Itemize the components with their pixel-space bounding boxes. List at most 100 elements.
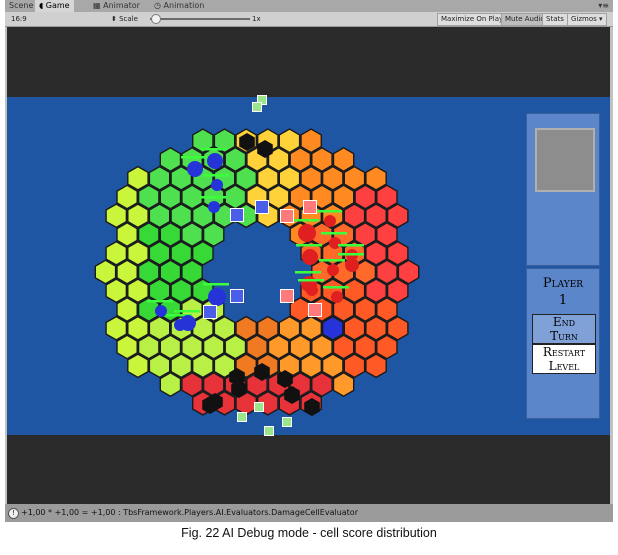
hex-cell[interactable]	[376, 296, 398, 323]
hex-cell[interactable]	[148, 278, 171, 304]
hex-cell[interactable]	[202, 221, 225, 248]
hex-cell[interactable]	[170, 278, 193, 304]
crate-obstacle[interactable]	[237, 412, 247, 422]
tab-game[interactable]: ◖ Game	[35, 0, 74, 12]
hex-cell[interactable]	[278, 165, 301, 191]
red-structure[interactable]	[280, 209, 294, 223]
hex-cell[interactable]	[170, 203, 193, 229]
hex-cell[interactable]	[278, 128, 301, 154]
hex-cell[interactable]	[127, 315, 149, 341]
hex-cell[interactable]	[332, 184, 355, 210]
hex-cell[interactable]	[116, 221, 138, 248]
hex-cell[interactable]	[376, 259, 398, 285]
hex-cell[interactable]	[127, 240, 149, 266]
hex-cell[interactable]	[354, 334, 377, 360]
hex-cell[interactable]	[343, 278, 366, 304]
blue-player-unit[interactable]	[211, 179, 223, 191]
hex-cell[interactable]	[321, 165, 344, 191]
hex-cell[interactable]	[181, 221, 203, 248]
hex-cell[interactable]	[137, 259, 160, 285]
blue-player-unit[interactable]	[187, 161, 203, 177]
end-turn-button[interactable]: End Turn	[532, 314, 596, 344]
crate-obstacle[interactable]	[282, 417, 292, 427]
hex-cell[interactable]	[202, 334, 225, 360]
hex-cell[interactable]	[300, 353, 322, 379]
hex-cell[interactable]	[159, 221, 182, 248]
red-player-unit[interactable]	[306, 284, 318, 296]
hex-cell[interactable]	[148, 203, 171, 229]
red-player-unit[interactable]	[329, 237, 341, 249]
red-player-unit[interactable]	[327, 264, 339, 276]
crate-obstacle[interactable]	[252, 102, 262, 112]
hex-cell[interactable]	[267, 184, 290, 210]
hex-cell[interactable]	[354, 184, 377, 210]
hex-cell[interactable]	[148, 353, 171, 379]
hex-cell[interactable]	[105, 240, 128, 266]
hex-cell[interactable]	[127, 203, 149, 229]
hex-cell[interactable]	[192, 353, 214, 379]
hex-cell[interactable]	[148, 315, 171, 341]
hex-cell[interactable]	[127, 278, 149, 304]
hex-cell[interactable]	[311, 146, 333, 173]
hex-cell[interactable]	[365, 240, 387, 266]
tab-animator[interactable]: ▦ Animator	[89, 0, 144, 12]
hex-cell[interactable]	[300, 315, 322, 341]
hex-cell[interactable]	[159, 259, 182, 285]
hex-cell[interactable]	[192, 315, 214, 341]
tab-scene[interactable]: Scene	[5, 0, 37, 12]
hex-cell[interactable]	[386, 315, 409, 341]
hex-cell[interactable]	[343, 315, 366, 341]
scale-slider-thumb[interactable]	[151, 14, 161, 24]
blue-player-unit[interactable]	[207, 153, 223, 169]
blue-structure[interactable]	[230, 208, 244, 222]
hex-cell[interactable]	[159, 146, 182, 173]
hex-cell[interactable]	[127, 165, 149, 191]
hex-cell[interactable]	[159, 184, 182, 210]
hex-cell[interactable]	[332, 334, 355, 360]
hex-cell[interactable]	[365, 165, 387, 191]
hex-cell[interactable]	[159, 371, 182, 398]
hex-cell[interactable]	[300, 165, 322, 191]
gizmos-button[interactable]: Gizmos ▾	[567, 13, 607, 26]
hex-cell[interactable]	[365, 203, 387, 229]
tab-animation[interactable]: ◷ Animation	[150, 0, 208, 12]
console-status-bar[interactable]: ! +1,00 * +1,00 = +1,00 : TbsFramework.P…	[5, 504, 613, 522]
red-structure[interactable]	[303, 200, 317, 214]
red-structure[interactable]	[308, 303, 322, 317]
hex-cell[interactable]	[257, 165, 279, 191]
hex-cell[interactable]	[235, 165, 257, 191]
hex-cell[interactable]	[148, 165, 171, 191]
red-player-unit[interactable]	[298, 224, 316, 242]
blue-structure[interactable]	[203, 305, 217, 319]
blue-player-unit[interactable]	[208, 201, 220, 213]
hex-cell[interactable]	[397, 259, 420, 285]
hex-cell[interactable]	[343, 165, 366, 191]
blue-player-unit[interactable]	[155, 305, 167, 317]
hex-cell[interactable]	[376, 184, 398, 210]
hex-cell[interactable]	[181, 371, 203, 398]
red-player-unit[interactable]	[302, 249, 318, 265]
hex-cell[interactable]	[321, 315, 344, 341]
hex-cell[interactable]	[159, 334, 182, 360]
hex-cell[interactable]	[321, 353, 344, 379]
hex-cell[interactable]	[116, 184, 138, 210]
hex-cell[interactable]	[127, 353, 149, 379]
hex-cell[interactable]	[224, 184, 247, 210]
hex-cell[interactable]	[137, 184, 160, 210]
hex-cell[interactable]	[311, 334, 333, 360]
hex-cell[interactable]	[278, 315, 301, 341]
hex-cell[interactable]	[181, 259, 203, 285]
hex-cell[interactable]	[376, 334, 398, 360]
hex-cell[interactable]	[343, 353, 366, 379]
hex-cell[interactable]	[137, 334, 160, 360]
panel-menu-icon[interactable]: ▾≡	[598, 0, 609, 12]
hex-cell[interactable]	[386, 203, 409, 229]
hex-cell[interactable]	[386, 240, 409, 266]
crate-obstacle[interactable]	[254, 402, 264, 412]
hex-cell[interactable]	[311, 371, 333, 398]
hex-cell[interactable]	[105, 203, 128, 229]
hex-cell[interactable]	[354, 296, 377, 323]
blue-player-unit[interactable]	[208, 288, 226, 306]
hex-cell[interactable]	[170, 353, 193, 379]
red-structure[interactable]	[280, 289, 294, 303]
